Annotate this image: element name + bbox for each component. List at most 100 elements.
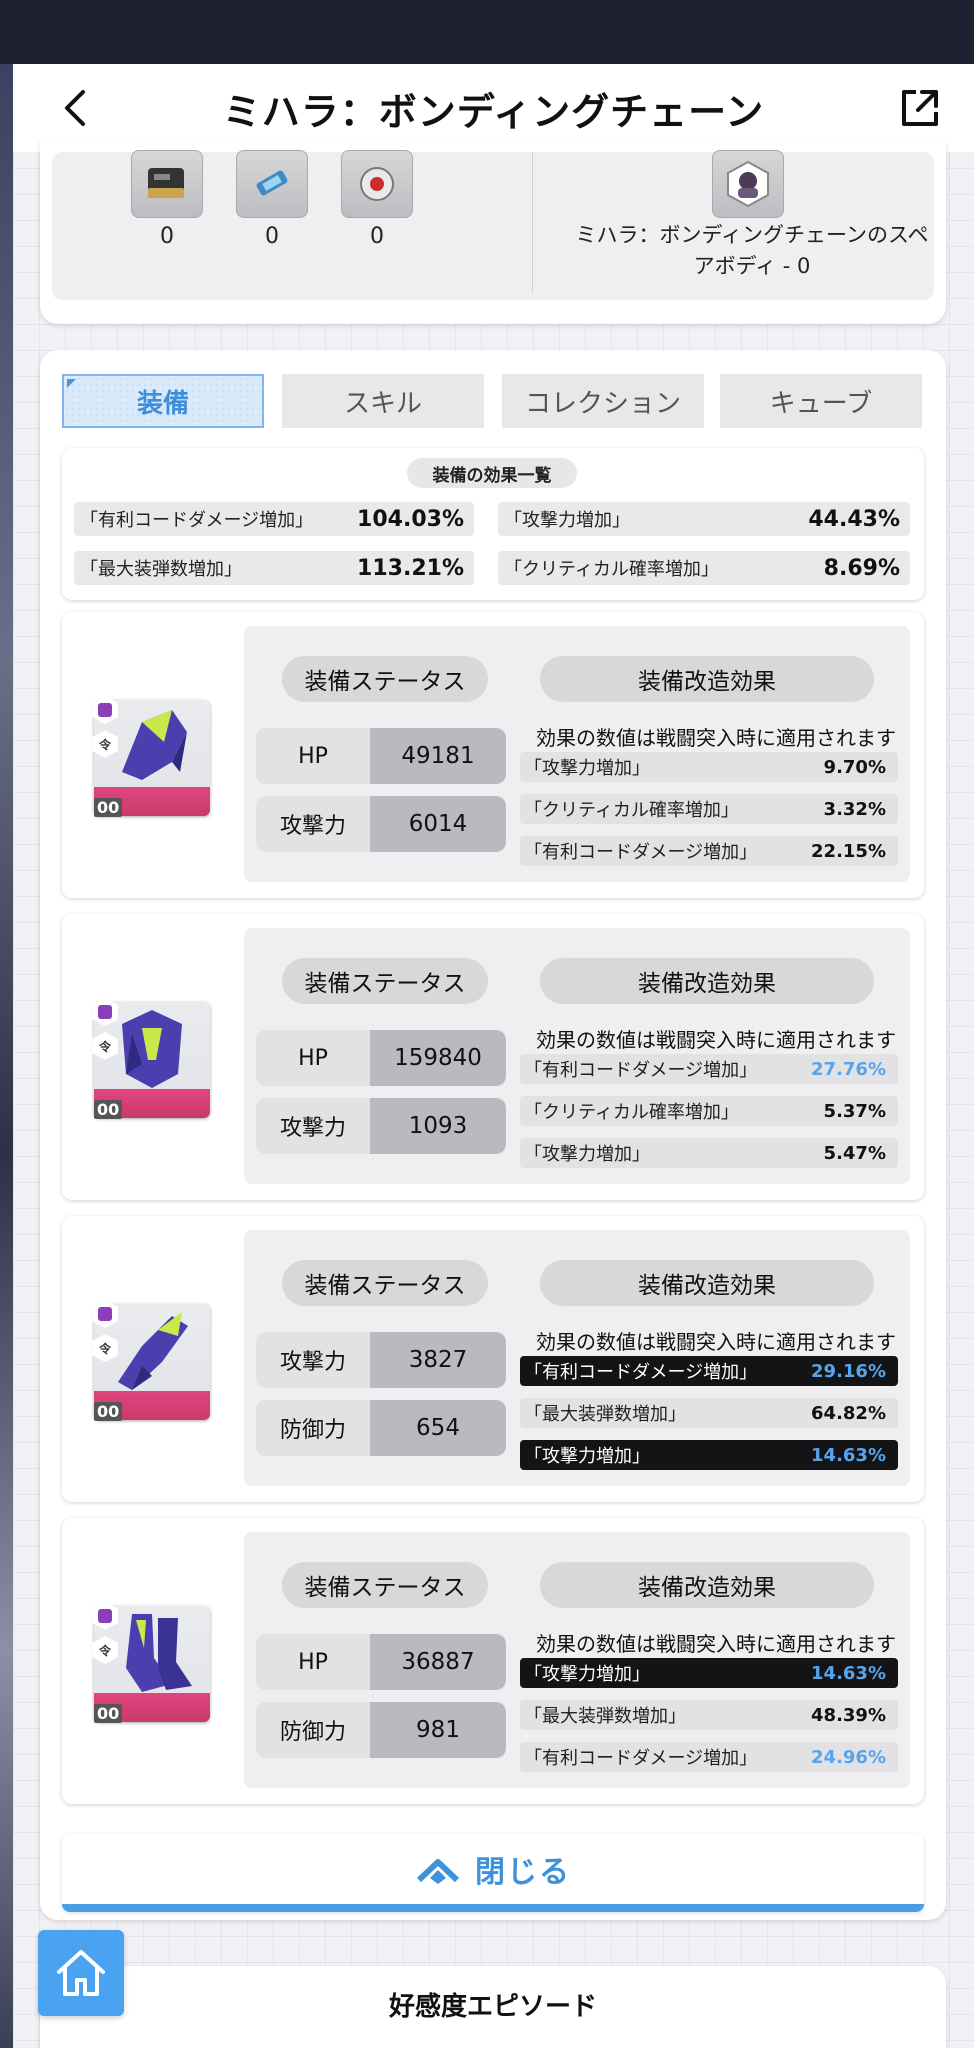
mod-row: 「クリティカル確率増加」 3.32% (520, 794, 898, 824)
mod-row-highlighted: 「有利コードダメージ増加」 29.16% (520, 1356, 898, 1386)
equipment-detail-panel: 装備ステータス 装備改造効果 HP 49181 攻撃力 6014 効果の数値は戦… (244, 626, 910, 882)
home-button[interactable] (38, 1930, 124, 2016)
tab-collection[interactable]: コレクション (502, 374, 704, 428)
mod-value: 5.47% (823, 1142, 886, 1164)
tab-equipment[interactable]: 装備 (62, 374, 264, 428)
mod-row-highlighted: 「攻撃力増加」 14.63% (520, 1440, 898, 1470)
mod-row: 「最大装弾数増加」 64.82% (520, 1398, 898, 1428)
stat-label: 防御力 (256, 1400, 370, 1456)
effect-label: 「最大装弾数増加」 (80, 559, 242, 580)
equipment-mod-header: 装備改造効果 (540, 1260, 874, 1306)
stat-label: HP (256, 1030, 370, 1086)
stat-label: 防御力 (256, 1702, 370, 1758)
stat-label: 攻撃力 (256, 796, 370, 852)
core-item-icon[interactable] (341, 150, 413, 218)
stat-label: HP (256, 728, 370, 784)
data-chip-item-icon[interactable] (236, 150, 308, 218)
close-button-label: 閉じる (475, 1855, 571, 1890)
mod-row: 「クリティカル確率増加」 5.37% (520, 1096, 898, 1126)
equipment-level: 00 (94, 1402, 123, 1421)
mod-note: 効果の数値は戦闘突入時に適用されます (536, 1028, 896, 1052)
equipment-status-header: 装備ステータス (282, 656, 488, 702)
effect-value: 8.69% (823, 555, 900, 581)
mod-value: 27.76% (811, 1058, 886, 1080)
share-icon[interactable] (898, 86, 942, 130)
stat-value: 3827 (370, 1332, 506, 1388)
summary-row: 「攻撃力増加」 44.43% (498, 502, 910, 536)
mod-label: 「攻撃力増加」 (524, 758, 650, 779)
item-count: 0 (160, 224, 174, 249)
effect-label: 「攻撃力増加」 (504, 510, 630, 531)
page-title: ミハラ：ボンディングチェーン (222, 89, 765, 134)
mod-label: 「攻撃力増加」 (524, 1446, 650, 1467)
mod-value: 14.63% (811, 1662, 886, 1684)
mod-value: 14.63% (811, 1444, 886, 1466)
summary-row: 「最大装弾数増加」 113.21% (74, 551, 474, 585)
stat-label: 攻撃力 (256, 1098, 370, 1154)
mod-value: 22.15% (811, 840, 886, 862)
equipment-level: 00 (94, 1100, 123, 1119)
mod-value: 9.70% (823, 756, 886, 778)
mod-label: 「クリティカル確率増加」 (524, 1102, 739, 1123)
equipment-status-header: 装備ステータス (282, 1562, 488, 1608)
effect-value: 44.43% (808, 506, 900, 532)
item-count: 0 (370, 224, 384, 249)
stat-value: 6014 (370, 796, 506, 852)
summary-row: 「クリティカル確率増加」 8.69% (498, 551, 910, 585)
mod-note: 効果の数値は戦闘突入時に適用されます (536, 1632, 896, 1656)
stat-value: 981 (370, 1702, 506, 1758)
close-button[interactable]: 閉じる (62, 1834, 924, 1912)
effect-label: 「クリティカル確率増加」 (504, 559, 719, 580)
spare-body-item-icon[interactable] (712, 150, 784, 218)
tab-cube[interactable]: キューブ (720, 374, 922, 428)
equipment-level: 00 (94, 1704, 123, 1723)
mod-row: 「有利コードダメージ増加」 24.96% (520, 1742, 898, 1772)
summary-row: 「有利コードダメージ増加」 104.03% (74, 502, 474, 536)
back-arrow-icon[interactable] (53, 84, 101, 132)
stat-value: 159840 (370, 1030, 506, 1086)
stat-value: 1093 (370, 1098, 506, 1154)
mod-note: 効果の数値は戦闘突入時に適用されます (536, 726, 896, 750)
mod-label: 「攻撃力増加」 (524, 1664, 650, 1685)
stat-label: 攻撃力 (256, 1332, 370, 1388)
home-icon (57, 1950, 105, 1996)
battery-item-icon[interactable] (131, 150, 203, 218)
equipment-slot-1: 令 00 装備ステータス 装備改造効果 HP 49181 攻撃力 6014 効果… (62, 612, 924, 898)
stat-value: 654 (370, 1400, 506, 1456)
materials-panel: 0 0 0 ミハラ：ボンディングチェーンのスペ アボディ - 0 (52, 150, 934, 300)
mod-value: 64.82% (811, 1402, 886, 1424)
mod-value: 29.16% (811, 1360, 886, 1382)
effect-value: 113.21% (357, 555, 464, 581)
mod-value: 24.96% (811, 1746, 886, 1768)
effect-label: 「有利コードダメージ増加」 (80, 510, 314, 531)
mod-row: 「攻撃力増加」 9.70% (520, 752, 898, 782)
mod-row: 「有利コードダメージ増加」 27.76% (520, 1054, 898, 1084)
mod-label: 「有利コードダメージ増加」 (524, 1748, 758, 1769)
mod-label: 「攻撃力増加」 (524, 1144, 650, 1165)
background-art-strip (0, 64, 13, 2048)
header-bar: ミハラ：ボンディングチェーン (13, 64, 974, 152)
stat-label: HP (256, 1634, 370, 1690)
equipment-card: 装備 スキル コレクション キューブ 装備の効果一覧 「有利コードダメージ増加」… (40, 350, 946, 1920)
mod-label: 「有利コードダメージ増加」 (524, 842, 758, 863)
equipment-mod-header: 装備改造効果 (540, 1562, 874, 1608)
mod-label: 「最大装弾数増加」 (524, 1404, 686, 1425)
effect-value: 104.03% (357, 506, 464, 532)
status-bar (0, 0, 974, 64)
affection-episode-card: 好感度エピソード (40, 1966, 946, 2048)
spare-body-label: ミハラ：ボンディングチェーンのスペ アボディ - 0 (575, 223, 929, 278)
equipment-detail-panel: 装備ステータス 装備改造効果 HP 36887 防御力 981 効果の数値は戦闘… (244, 1532, 910, 1788)
chevron-up-icon (416, 1859, 460, 1884)
stat-value: 49181 (370, 728, 506, 784)
tab-skills[interactable]: スキル (282, 374, 484, 428)
mod-row-highlighted: 「攻撃力増加」 14.63% (520, 1658, 898, 1688)
equipment-effects-summary: 装備の効果一覧 「有利コードダメージ増加」 104.03% 「攻撃力増加」 44… (62, 448, 924, 600)
equipment-status-header: 装備ステータス (282, 958, 488, 1004)
equipment-level: 00 (94, 798, 123, 817)
mod-row: 「攻撃力増加」 5.47% (520, 1138, 898, 1168)
mod-label: 「クリティカル確率増加」 (524, 800, 739, 821)
mod-label: 「有利コードダメージ増加」 (524, 1362, 758, 1383)
mod-label: 「有利コードダメージ増加」 (524, 1060, 758, 1081)
equipment-slot-4: 令 00 装備ステータス 装備改造効果 HP 36887 防御力 981 効果の… (62, 1518, 924, 1804)
equipment-mod-header: 装備改造効果 (540, 958, 874, 1004)
